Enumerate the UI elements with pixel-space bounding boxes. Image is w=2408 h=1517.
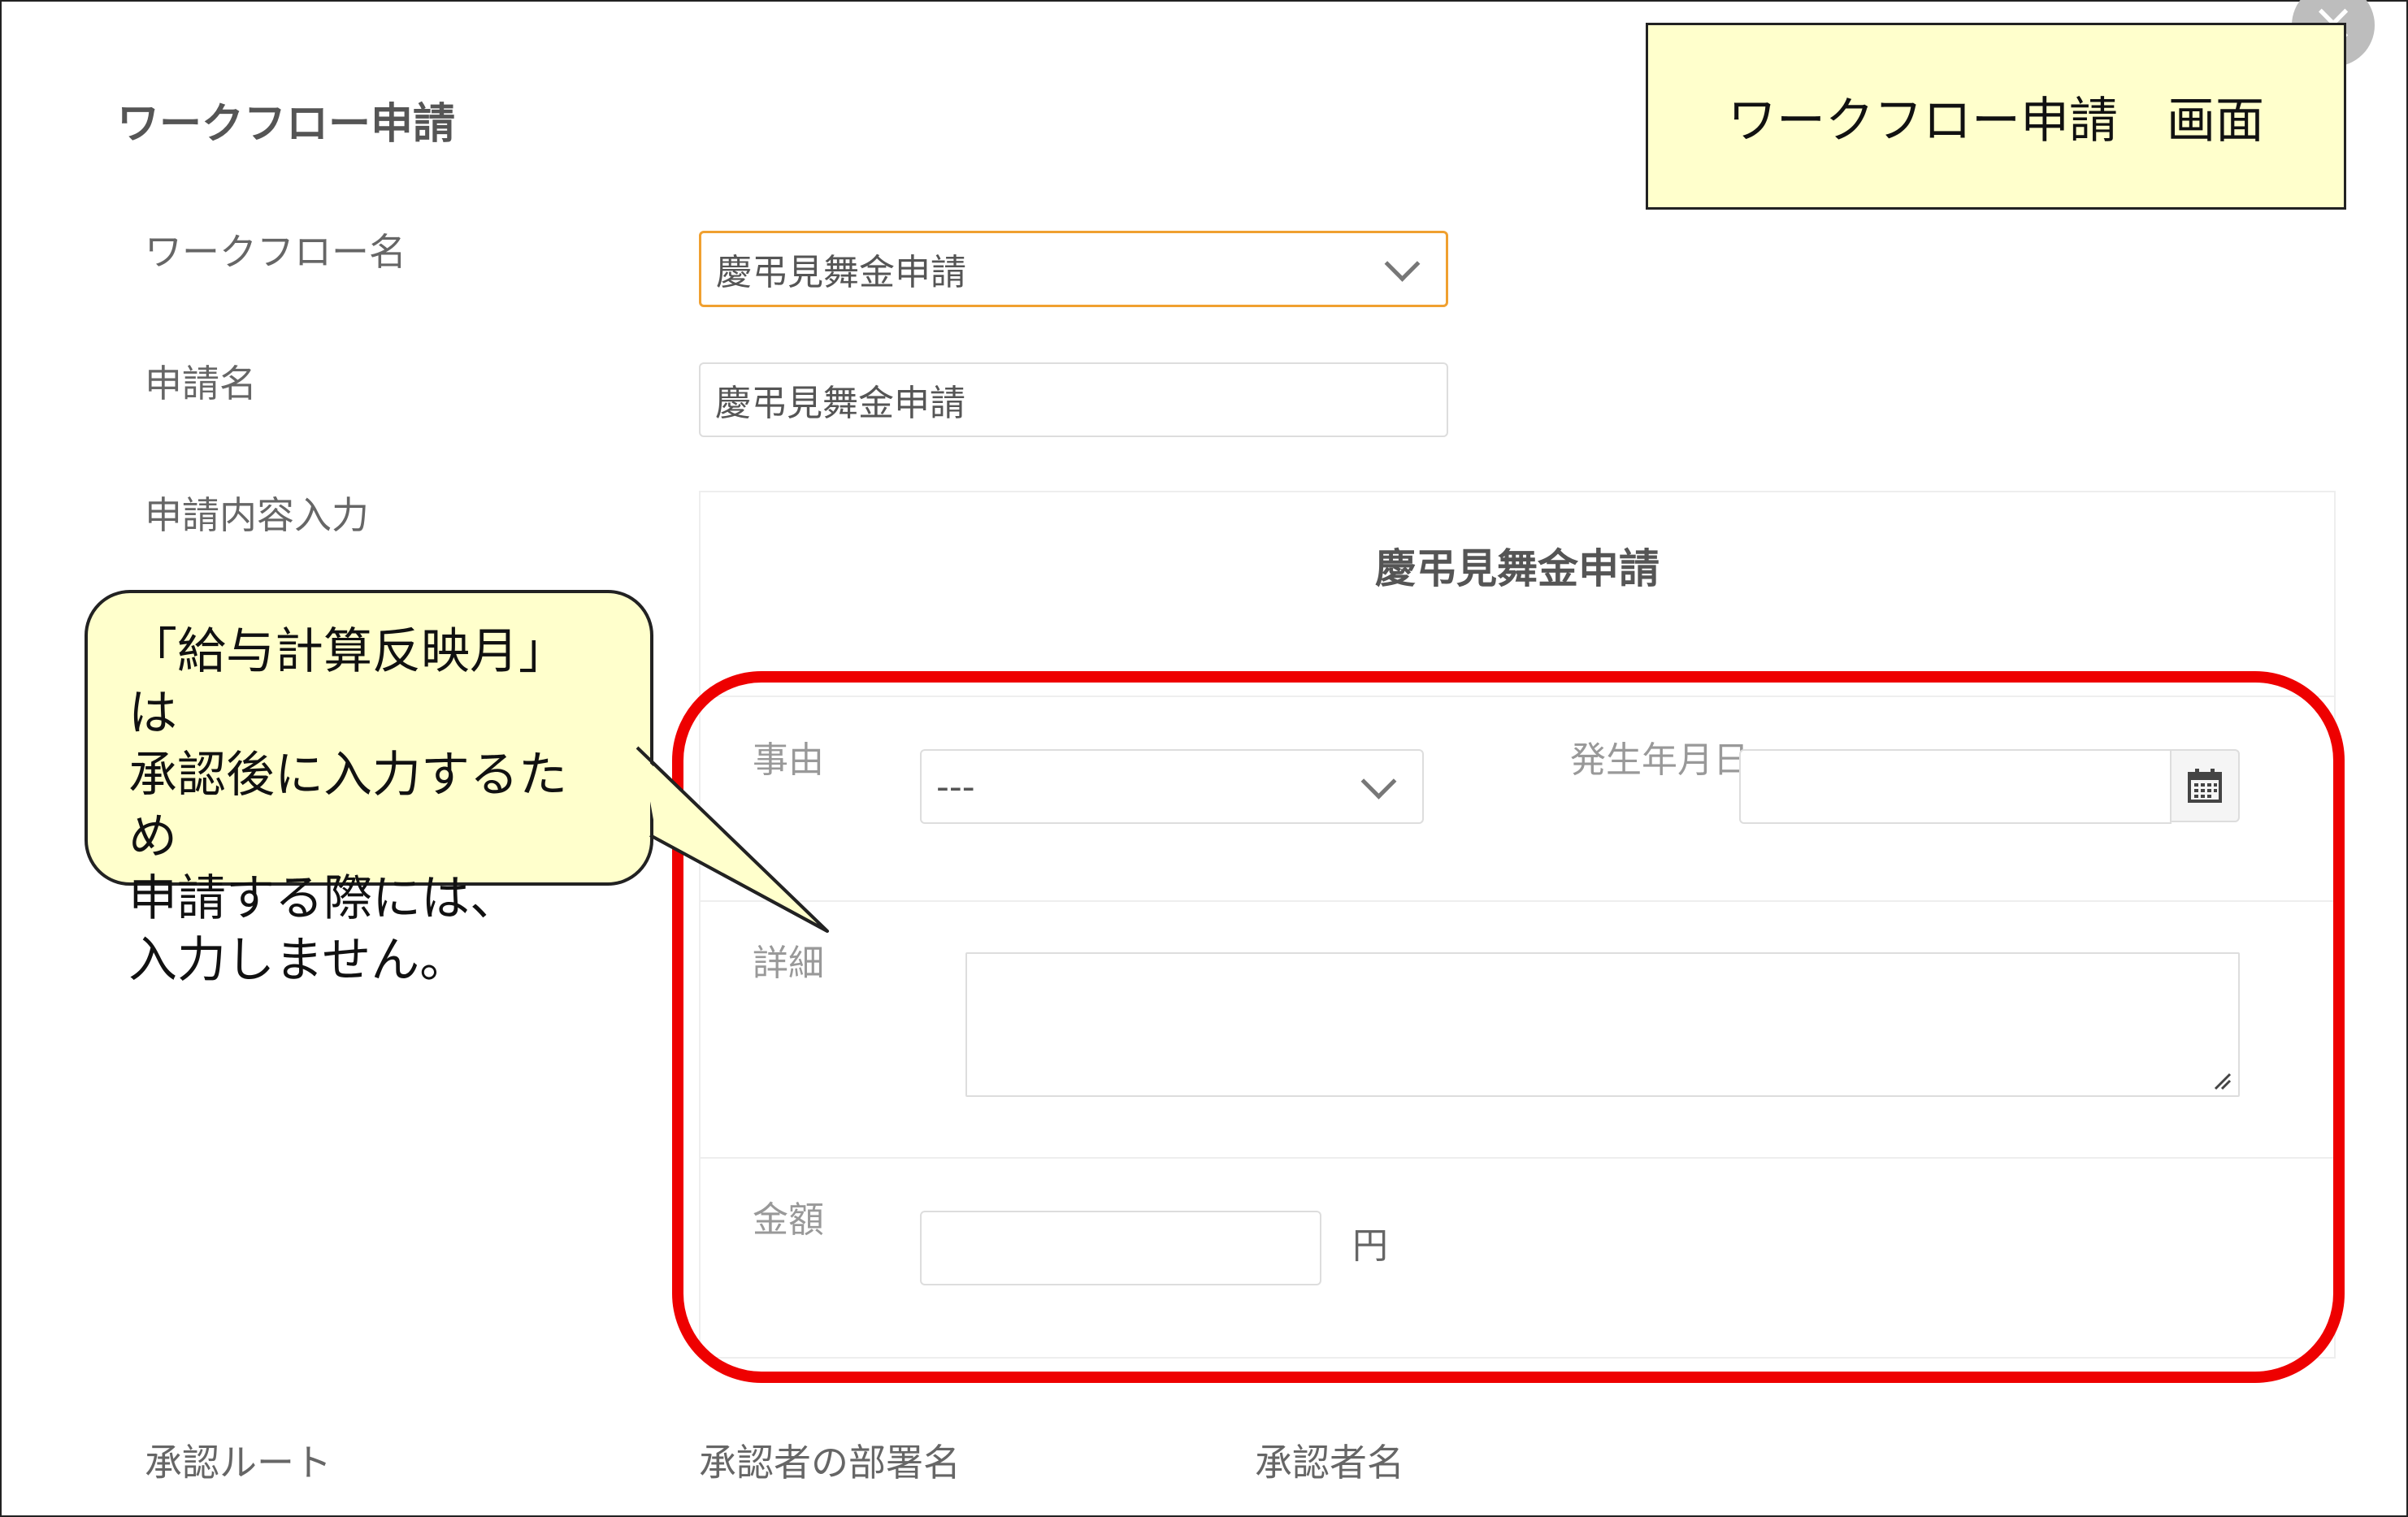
form-divider	[701, 900, 2334, 902]
detail-textarea[interactable]	[965, 952, 2240, 1097]
application-form: 慶弔見舞金申請 事由 --- 発生年月日 詳細 金額 円	[699, 491, 2336, 1359]
workflow-name-label: ワークフロー名	[145, 230, 406, 274]
approval-route-label: 承認ルート	[145, 1441, 332, 1484]
callout-line: 申請する際には、	[128, 870, 518, 927]
amount-label: 金額	[753, 1199, 824, 1241]
callout-note: 「給与計算反映月」は 承認後に入力するため 申請する際には、 入力しません。	[85, 590, 653, 989]
reason-value: ---	[936, 765, 975, 808]
callout-line: 入力しません。	[128, 932, 469, 989]
callout-line: 「給与計算反映月」は	[128, 623, 567, 742]
date-label: 発生年月日	[1570, 739, 1749, 781]
approver-department-header: 承認者の部署名	[699, 1441, 961, 1484]
form-divider	[701, 1157, 2334, 1159]
reason-label: 事由	[753, 739, 824, 781]
dialog-title: ワークフロー申請	[117, 100, 456, 149]
application-name-input[interactable]: 慶弔見舞金申請	[699, 362, 1448, 437]
chevron-down-icon	[1384, 245, 1421, 282]
chevron-down-icon	[1360, 763, 1397, 800]
amount-unit: 円	[1352, 1225, 1388, 1267]
workflow-name-select[interactable]: 慶弔見舞金申請	[699, 231, 1448, 307]
application-name-value: 慶弔見舞金申請	[715, 383, 965, 424]
form-divider	[701, 696, 2334, 697]
detail-label: 詳細	[753, 943, 824, 984]
resize-handle-icon[interactable]	[2212, 1071, 2232, 1090]
reason-select[interactable]: ---	[920, 749, 1424, 824]
application-name-label: 申請名	[145, 362, 257, 405]
approver-name-header: 承認者名	[1255, 1441, 1404, 1484]
form-title: 慶弔見舞金申請	[1375, 545, 1660, 592]
calendar-icon[interactable]	[2170, 749, 2240, 822]
callout-line: 承認後に入力するため	[128, 747, 567, 865]
date-input[interactable]	[1739, 749, 2172, 824]
workflow-name-value: 慶弔見舞金申請	[716, 252, 966, 293]
screen-note: ワークフロー申請 画面	[1646, 23, 2346, 210]
amount-input[interactable]	[920, 1211, 1321, 1285]
content-input-label: 申請内容入力	[145, 493, 369, 537]
